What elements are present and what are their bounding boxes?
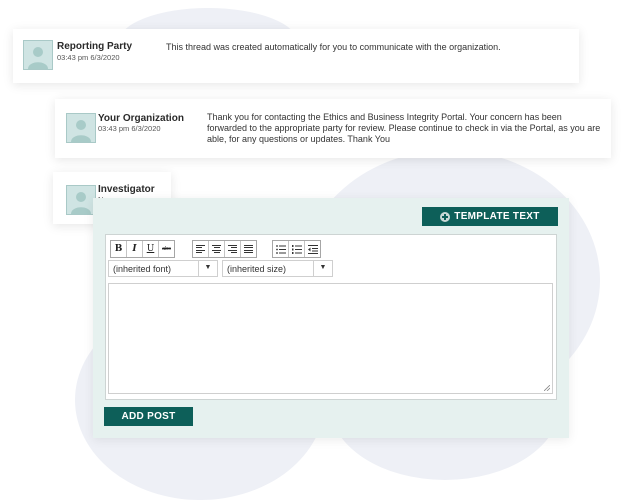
format-toolbar: B I U abc [110, 240, 175, 258]
author-name: Reporting Party [57, 41, 133, 52]
bullet-list-icon[interactable] [273, 241, 289, 257]
font-size-value: (inherited size) [227, 264, 287, 274]
message-text: Thank you for contacting the Ethics and … [207, 112, 601, 144]
thread-message-reporting-party: Reporting Party 03:43 pm 6/3/2020 This t… [13, 29, 579, 83]
message-time: 03:43 pm 6/3/2020 [98, 124, 161, 133]
template-text-label: TEMPLATE TEXT [454, 211, 540, 222]
align-justify-icon[interactable] [241, 241, 256, 257]
thread-message-organization: Your Organization 03:43 pm 6/3/2020 Than… [55, 99, 611, 158]
author-name: Investigator [98, 184, 155, 195]
font-family-value: (inherited font) [113, 264, 172, 274]
plus-circle-icon [440, 211, 451, 222]
template-text-button[interactable]: TEMPLATE TEXT [422, 207, 558, 226]
list-toolbar [272, 240, 321, 258]
align-center-icon[interactable] [209, 241, 225, 257]
align-right-icon[interactable] [225, 241, 241, 257]
align-left-icon[interactable] [193, 241, 209, 257]
add-post-button[interactable]: ADD POST [104, 407, 193, 426]
underline-button[interactable]: U [143, 241, 159, 257]
rich-text-editor: B I U abc (inherited font) ▼ (inherited … [105, 234, 557, 400]
italic-button[interactable]: I [127, 241, 143, 257]
message-text: This thread was created automatically fo… [166, 42, 501, 52]
font-size-select[interactable]: (inherited size) ▼ [222, 260, 333, 277]
numbered-list-icon[interactable] [289, 241, 305, 257]
outdent-icon[interactable] [305, 241, 320, 257]
reply-panel: TEMPLATE TEXT B I U abc (inherited font)… [93, 198, 569, 438]
user-avatar-icon [66, 113, 96, 143]
alignment-toolbar [192, 240, 257, 258]
message-textarea[interactable] [108, 283, 553, 394]
dropdown-arrow-icon: ▼ [198, 261, 217, 276]
message-time: 03:43 pm 6/3/2020 [57, 53, 120, 62]
user-avatar-icon [23, 40, 53, 70]
resize-grip-icon[interactable] [544, 385, 550, 391]
dropdown-arrow-icon: ▼ [313, 261, 332, 276]
author-name: Your Organization [98, 113, 184, 124]
bold-button[interactable]: B [111, 241, 127, 257]
strikethrough-button[interactable]: abc [159, 241, 174, 257]
font-family-select[interactable]: (inherited font) ▼ [108, 260, 218, 277]
user-avatar-icon [66, 185, 96, 215]
